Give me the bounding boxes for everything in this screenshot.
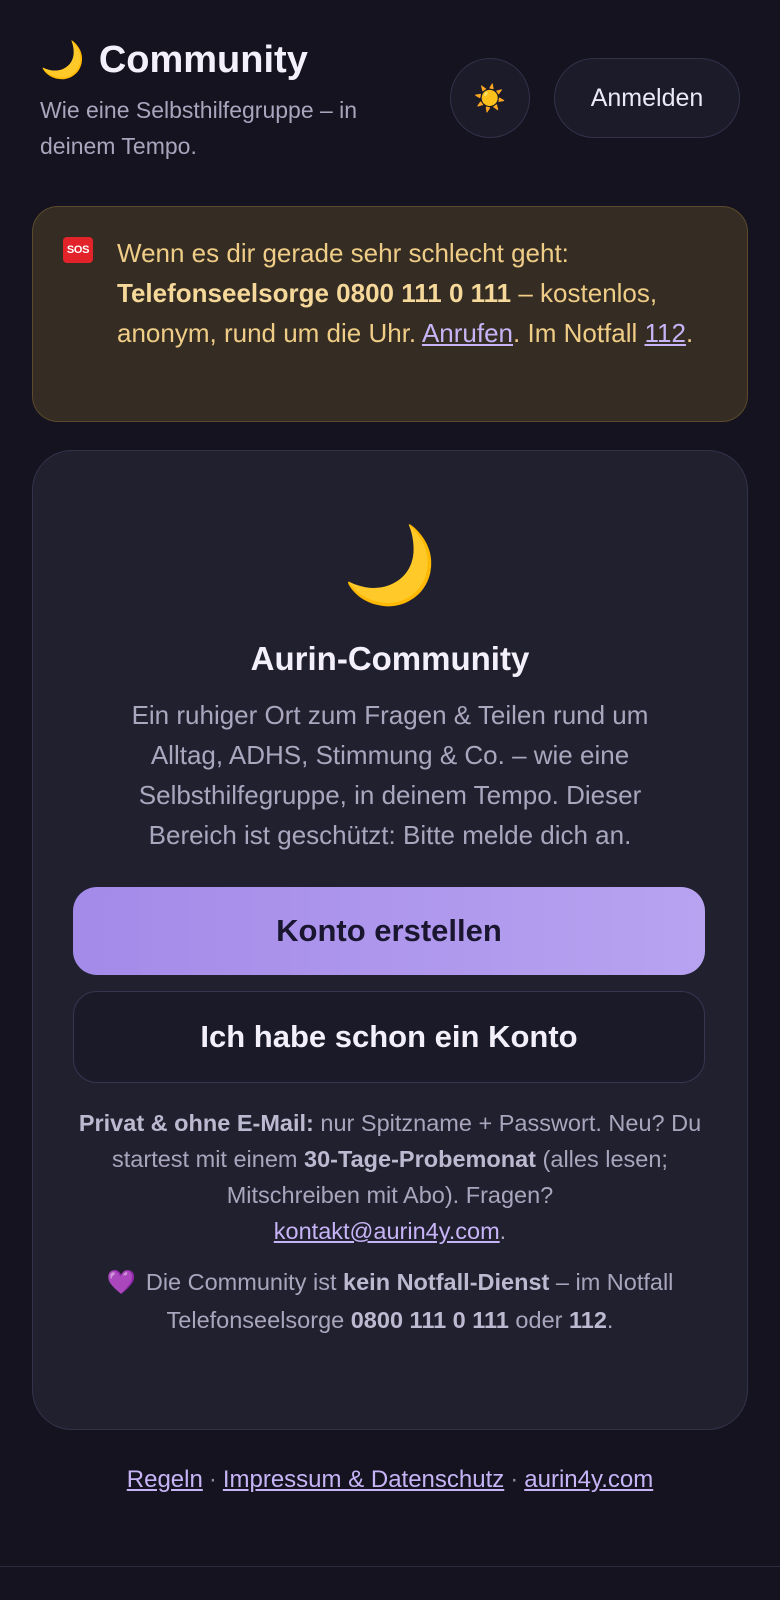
divider bbox=[0, 1566, 780, 1567]
crisis-banner-text: Wenn es dir gerade sehr schlecht geht: Te… bbox=[117, 233, 717, 421]
privacy-bold: Privat & ohne E-Mail: bbox=[78, 1110, 314, 1136]
sos-icon: SOS bbox=[63, 237, 93, 263]
page-header: 🌙 Community Wie eine Selbsthilfegruppe –… bbox=[40, 36, 740, 166]
footer-link-rules[interactable]: Regeln bbox=[127, 1466, 203, 1493]
card-title: Aurin-Community bbox=[250, 640, 530, 677]
moon-icon: 🌙 bbox=[40, 39, 85, 80]
login-button[interactable]: Anmelden bbox=[554, 58, 740, 138]
note-text: Die Community ist bbox=[145, 1269, 344, 1295]
footer-link-website[interactable]: aurin4y.com bbox=[524, 1466, 653, 1493]
contact-email-link[interactable]: kontakt@aurin4y.com bbox=[274, 1218, 500, 1244]
page-subtitle: Wie eine Selbsthilfegruppe – in deinem T… bbox=[40, 97, 358, 159]
page-footer: Regeln · Impressum & Datenschutz · aurin4y.c… bbox=[0, 1462, 780, 1498]
note-bold-service: kein Notfall-Dienst bbox=[343, 1269, 550, 1295]
crisis-hotline: Telefonseelsorge 0800 111 0 111 bbox=[117, 278, 512, 308]
emergency-number-link[interactable]: 112 bbox=[645, 318, 686, 348]
card-description: Ein ruhiger Ort zum Fragen & Teilen rund… bbox=[131, 700, 649, 850]
moon-icon-large: 🌙 bbox=[342, 523, 438, 608]
note-end: . bbox=[606, 1307, 614, 1333]
crisis-banner: SOS Wenn es dir gerade sehr schlecht geh… bbox=[32, 206, 748, 422]
community-page: 🌙 Community Wie eine Selbsthilfegruppe –… bbox=[0, 0, 780, 1600]
info-end: . bbox=[499, 1218, 507, 1244]
footer-separator: · bbox=[208, 1466, 217, 1493]
crisis-end: . bbox=[685, 318, 694, 348]
note-text-3: oder bbox=[508, 1307, 569, 1333]
purple-heart-icon: 💜 bbox=[106, 1269, 136, 1295]
emergency-text: . Im Notfall bbox=[513, 318, 645, 348]
privacy-info: Privat & ohne E-Mail: nur Spitzname + Pa… bbox=[73, 1105, 707, 1249]
login-card: 🌙 Aurin-Community Ein ruhiger Ort zum Fr… bbox=[32, 450, 748, 1430]
sun-icon: ☀️ bbox=[473, 82, 507, 113]
theme-toggle-button[interactable]: ☀️ bbox=[450, 58, 530, 138]
page-title: Community bbox=[98, 39, 308, 81]
call-link[interactable]: Anrufen bbox=[422, 318, 513, 348]
trial-bold: 30-Tage-Probemonat bbox=[304, 1146, 537, 1172]
note-bold-hotline: 0800 111 0 111 bbox=[350, 1307, 509, 1333]
footer-link-imprint[interactable]: Impressum & Datenschutz bbox=[223, 1466, 504, 1493]
existing-account-button[interactable]: Ich habe schon ein Konto bbox=[73, 991, 705, 1083]
crisis-intro: Wenn es dir gerade sehr schlecht geht: bbox=[117, 238, 569, 268]
note-bold-112: 112 bbox=[569, 1307, 607, 1333]
create-account-button[interactable]: Konto erstellen bbox=[73, 887, 705, 975]
emergency-note: 💜 Die Community ist kein Notfall-Dienst –… bbox=[73, 1263, 707, 1339]
footer-separator: · bbox=[510, 1466, 519, 1493]
